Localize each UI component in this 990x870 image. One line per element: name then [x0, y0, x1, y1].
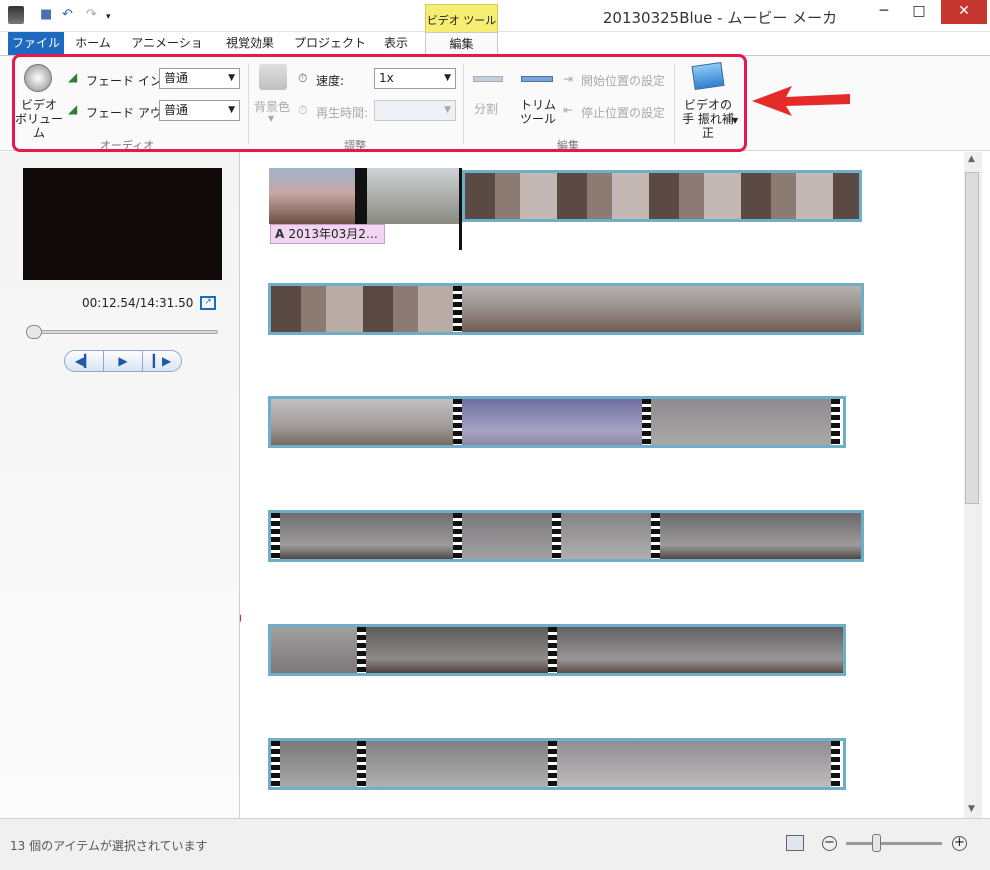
clip-boundary: [831, 741, 840, 787]
video-clip-strip[interactable]: [268, 283, 864, 335]
ribbon-tabs: ファイル ホーム アニメーション 視覚効果 プロジェクト 表示 編集 ⌃ ?: [0, 32, 990, 83]
redo-icon[interactable]: ↷: [86, 7, 97, 22]
clip-frames: [557, 627, 843, 673]
clip-frames: [465, 173, 859, 219]
clip-frames: [462, 513, 552, 559]
customize-toolbar-icon[interactable]: ▾: [106, 12, 111, 22]
status-bar: 13 個のアイテムが選択されています − +: [0, 818, 990, 870]
tab-home[interactable]: ホーム: [68, 32, 118, 55]
video-clip-strip[interactable]: [268, 396, 846, 448]
video-clip-strip[interactable]: [462, 170, 862, 222]
next-frame-button[interactable]: ▎▶: [142, 350, 182, 372]
annotation-frame-ribbon: [12, 54, 747, 152]
text-a-icon: A: [275, 227, 289, 241]
undo-icon[interactable]: ↶: [62, 7, 73, 22]
clip-frames: [271, 627, 357, 673]
zoom-slider[interactable]: [846, 842, 942, 845]
clip-frames: [280, 513, 453, 559]
clip-frames: [660, 513, 861, 559]
tab-file[interactable]: ファイル: [8, 32, 64, 55]
seek-slider[interactable]: [26, 330, 218, 334]
preview-panel: 00:12.54/14:31.50 ↗ ◀▎ ▶ ▎▶: [0, 152, 240, 818]
clip-boundary: [831, 399, 840, 445]
video-preview[interactable]: [23, 168, 222, 280]
clip-boundary: [357, 741, 366, 787]
caption-text: 2013年03月2…: [288, 227, 378, 241]
clip-frames: [366, 741, 548, 787]
seek-slider-thumb[interactable]: [26, 325, 42, 339]
fullscreen-icon[interactable]: ↗: [200, 296, 216, 310]
clip-frames: [280, 741, 357, 787]
clip-boundary: [357, 627, 366, 673]
clip-boundary: [548, 627, 557, 673]
title-caption[interactable]: A 2013年03月2…: [270, 224, 385, 244]
selection-status: 13 個のアイテムが選択されています: [10, 839, 208, 853]
clip-boundary: [271, 513, 280, 559]
clip-frames: [271, 399, 453, 445]
scroll-down-icon[interactable]: ▼: [968, 804, 975, 814]
scroll-up-icon[interactable]: ▲: [968, 154, 975, 164]
minimize-button[interactable]: ─: [870, 0, 898, 24]
tab-project[interactable]: プロジェクト: [294, 32, 366, 55]
photo-clip[interactable]: [269, 168, 355, 224]
storyboard: [241, 152, 964, 818]
save-icon[interactable]: ■: [40, 7, 52, 22]
scrollbar-thumb[interactable]: [965, 172, 979, 504]
tab-edit[interactable]: 編集: [425, 32, 498, 55]
thumbnail-size-icon[interactable]: [786, 835, 804, 851]
clip-boundary: [651, 513, 660, 559]
clip-boundary: [453, 513, 462, 559]
clip-frames: [561, 513, 651, 559]
annotation-arrow-icon: [752, 86, 850, 116]
clip-frames: [366, 627, 548, 673]
tab-animation[interactable]: アニメーション: [128, 32, 206, 73]
maximize-button[interactable]: □: [905, 0, 933, 24]
zoom-slider-thumb[interactable]: [872, 834, 881, 852]
previous-frame-button[interactable]: ◀▎: [64, 350, 104, 372]
title-bar: ■ ↶ ↷ ▾ ビデオ ツール 20130325Blue - ムービー メーカー…: [0, 0, 990, 48]
photo-clip-border: [355, 168, 367, 224]
clip-frames: [651, 399, 831, 445]
app-icon[interactable]: [8, 6, 24, 24]
zoom-out-icon[interactable]: −: [822, 836, 837, 851]
video-clip-strip[interactable]: [268, 738, 846, 790]
clip-frames: [271, 286, 453, 332]
video-clip-strip[interactable]: [268, 624, 846, 676]
video-tools-context-tab: ビデオ ツール: [425, 4, 498, 32]
clip-boundary: [642, 399, 651, 445]
clip-boundary: [552, 513, 561, 559]
play-button[interactable]: ▶: [103, 350, 143, 372]
playback-time: 00:12.54/14:31.50: [82, 296, 194, 310]
tab-view[interactable]: 表示: [374, 32, 418, 55]
close-button[interactable]: ✕: [941, 0, 987, 24]
transition-clip[interactable]: [367, 168, 461, 224]
clip-frames: [557, 741, 831, 787]
clip-frames: [462, 399, 642, 445]
tab-visual-effects[interactable]: 視覚効果: [216, 32, 284, 55]
clip-boundary: [453, 399, 462, 445]
clip-boundary: [548, 741, 557, 787]
zoom-in-icon[interactable]: +: [952, 836, 967, 851]
video-clip-strip[interactable]: [268, 510, 864, 562]
clip-frames: [462, 286, 861, 332]
clip-boundary: [453, 286, 462, 332]
clip-boundary: [271, 741, 280, 787]
